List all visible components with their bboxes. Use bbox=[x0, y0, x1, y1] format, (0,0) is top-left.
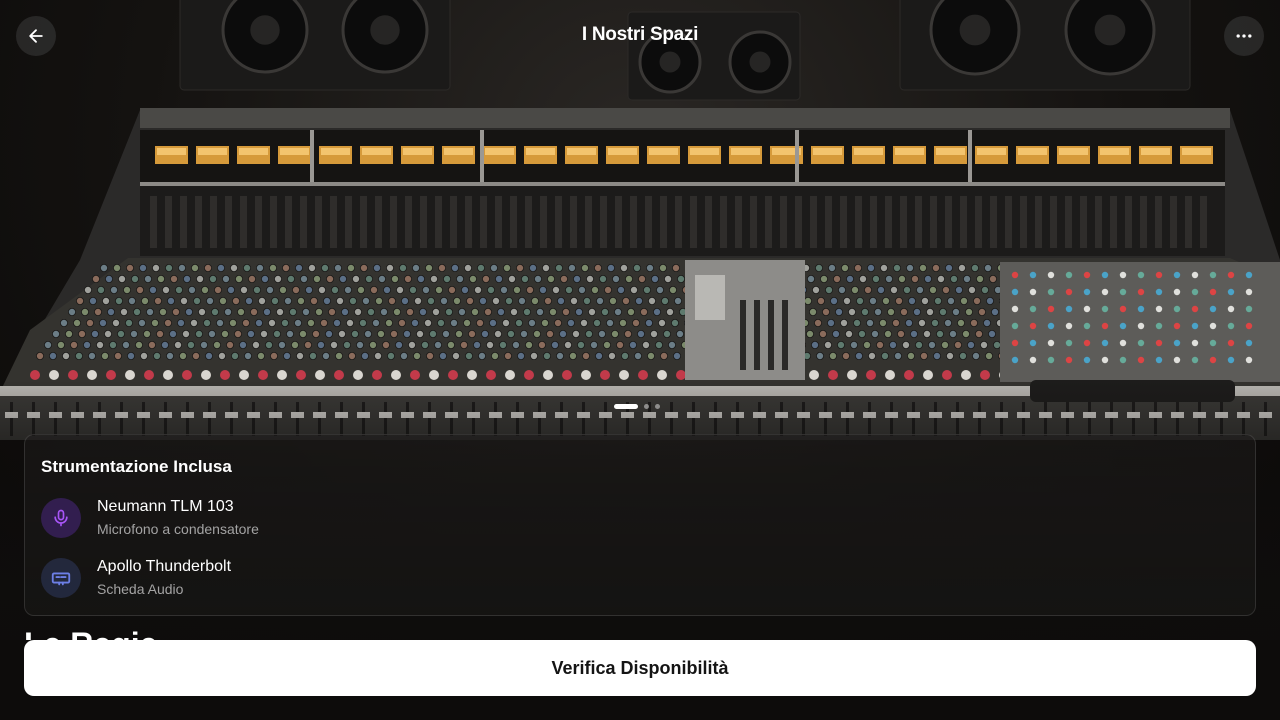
page-title: I Nostri Spazi bbox=[581, 24, 699, 45]
equipment-item-description: Scheda Audio bbox=[97, 581, 184, 597]
equipment-item-name: Apollo Thunderbolt bbox=[97, 558, 232, 575]
more-horizontal-icon bbox=[1236, 34, 1252, 38]
more-options-button[interactable] bbox=[1224, 16, 1264, 56]
equipment-item: Apollo Thunderbolt Scheda Audio bbox=[41, 557, 231, 599]
check-availability-button[interactable]: Verifica Disponibilità bbox=[24, 640, 1256, 696]
carousel-dot[interactable] bbox=[644, 404, 649, 409]
microphone-icon bbox=[41, 498, 81, 538]
equipment-card: Strumentazione Inclusa Neumann TLM 103 M… bbox=[24, 434, 1256, 616]
carousel-dot-active[interactable] bbox=[614, 404, 638, 409]
equipment-item: Neumann TLM 103 Microfono a condensatore bbox=[41, 497, 259, 539]
audio-interface-icon bbox=[41, 558, 81, 598]
equipment-item-description: Microfono a condensatore bbox=[97, 521, 259, 537]
equipment-card-title: Strumentazione Inclusa bbox=[41, 457, 232, 476]
carousel-indicator bbox=[614, 404, 660, 409]
equipment-item-name: Neumann TLM 103 bbox=[97, 498, 234, 515]
carousel-dot[interactable] bbox=[655, 404, 660, 409]
